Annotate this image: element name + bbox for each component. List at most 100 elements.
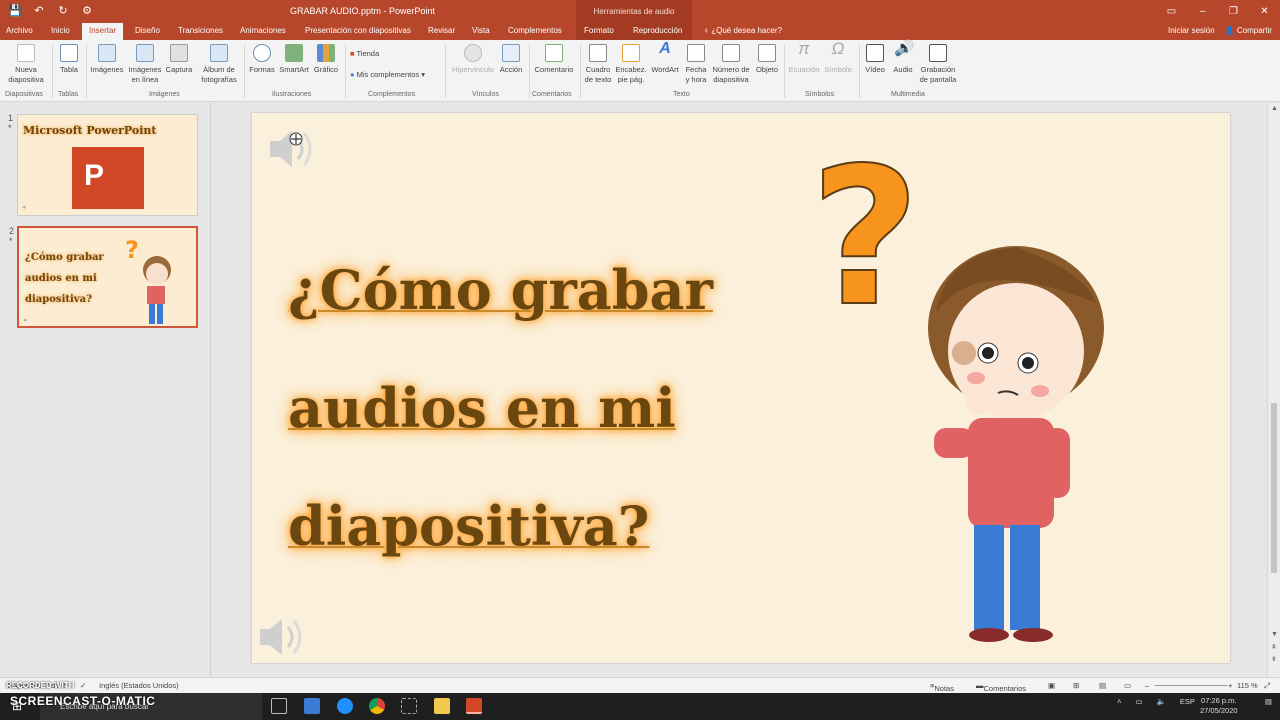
scroll-down-icon[interactable]: ▼ [1271, 631, 1278, 638]
store-button[interactable]: ■ Tienda [350, 49, 379, 58]
tab-diseno[interactable]: Diseño [135, 26, 160, 35]
group-label-imagenes: Imágenes [149, 91, 180, 98]
group-label-simbolos: Símbolos [805, 91, 835, 98]
slide-title[interactable]: ¿Cómo grabar audios en mi diapositiva? [288, 231, 788, 585]
video-button[interactable]: Vídeo [862, 44, 888, 75]
next-slide-icon[interactable]: ⇟ [1271, 655, 1277, 663]
undo-icon[interactable]: ↶ [32, 4, 46, 17]
comment-button[interactable]: Comentario [532, 44, 576, 75]
tab-transiciones[interactable]: Transiciones [178, 26, 223, 35]
chrome-icon[interactable] [369, 698, 385, 714]
wordart-button[interactable]: A WordArt [649, 40, 681, 75]
previous-slide-icon[interactable]: ⇞ [1271, 643, 1277, 651]
separator [784, 44, 785, 98]
tab-formato[interactable]: Formato [584, 26, 614, 35]
edge-icon[interactable] [337, 698, 353, 714]
screenshot-button[interactable]: Captura [163, 44, 195, 75]
new-slide-button[interactable]: Nueva diapositiva [4, 44, 48, 85]
action-label: Acción [499, 65, 523, 74]
tab-inicio[interactable]: Inicio [51, 26, 70, 35]
zoom-in-icon[interactable]: + [1228, 681, 1232, 690]
omega-icon: Ω [831, 39, 845, 58]
screen-recording-button[interactable]: Grabación de pantalla [918, 44, 958, 85]
wordart-icon: A [659, 40, 671, 57]
file-explorer-icon[interactable] [434, 698, 450, 714]
reading-view-icon[interactable]: ▤ [1099, 681, 1106, 690]
action-button[interactable]: Acción [497, 44, 525, 75]
textbox-icon [589, 44, 607, 62]
sign-in-link[interactable]: Iniciar sesión [1168, 26, 1215, 35]
clock-date: 27/05/2020 [1200, 706, 1238, 715]
zoom-out-icon[interactable]: – [1145, 681, 1149, 690]
language-indicator[interactable]: Inglés (Estados Unidos) [99, 681, 179, 690]
thumbnail-pane: 1 * Microsoft PowerPoint P ◂ 2 * ¿Cómo g… [0, 103, 211, 677]
tab-revisar[interactable]: Revisar [428, 26, 455, 35]
online-pictures-button[interactable]: Imágenes en línea [127, 44, 163, 85]
group-label-vinculos: Vínculos [472, 91, 499, 98]
smartart-button[interactable]: SmartArt [277, 44, 311, 75]
normal-view-icon[interactable]: ▣ [1048, 681, 1055, 690]
snipping-tool-icon[interactable] [401, 698, 417, 714]
photo-album-button[interactable]: Álbum de fotografías [197, 44, 241, 85]
tell-me-text: ¿Qué desea hacer? [711, 26, 782, 35]
minimize-icon[interactable]: – [1187, 0, 1218, 23]
audio-speaker-icon[interactable] [256, 615, 308, 659]
chart-button[interactable]: Gráfico [311, 44, 341, 75]
restore-icon[interactable]: ❐ [1218, 0, 1249, 23]
clock[interactable]: 07:26 p.m. 27/05/2020 [1200, 696, 1238, 716]
fit-slide-icon[interactable]: ⤢ [1264, 681, 1270, 691]
zoom-slider[interactable] [1155, 685, 1227, 686]
tab-reproduccion[interactable]: Reproducción [633, 26, 682, 35]
audio-button[interactable]: 🔊 Audio [890, 41, 916, 75]
tab-complementos[interactable]: Complementos [508, 26, 562, 35]
tab-presentacion[interactable]: Presentación con diapositivas [305, 26, 411, 35]
network-icon[interactable]: ▭ [1135, 697, 1142, 706]
pictures-button[interactable]: Imágenes [89, 44, 125, 75]
task-view-icon[interactable] [271, 698, 287, 714]
table-button[interactable]: Tabla [56, 44, 82, 75]
date-time-button[interactable]: Fecha y hora [683, 44, 709, 85]
vertical-scrollbar[interactable]: ▲ ▼ ⇞ ⇟ [1267, 103, 1280, 677]
group-label-complementos: Complementos [368, 91, 416, 98]
tab-animaciones[interactable]: Animaciones [240, 26, 286, 35]
customize-icon[interactable]: ⚙ [80, 4, 94, 17]
ribbon-display-icon[interactable]: ▭ [1156, 0, 1187, 23]
shapes-button[interactable]: Formas [247, 44, 277, 75]
redo-icon[interactable]: ↻ [56, 4, 70, 17]
camera-icon [170, 44, 188, 62]
tab-vista[interactable]: Vista [472, 26, 490, 35]
tell-me-box[interactable]: ♀ ¿Qué desea hacer? [703, 26, 782, 35]
powerpoint-taskbar-icon[interactable] [466, 698, 482, 714]
slide-thumbnail-2[interactable]: 2 * ¿Cómo grabar audios en mi diapositiv… [9, 226, 198, 328]
slideshow-icon[interactable]: ▭ [1124, 681, 1131, 690]
my-addins-button[interactable]: ● Mis complementos ▾ [350, 70, 425, 79]
equation-button[interactable]: π Ecuación [787, 40, 821, 75]
chevron-up-icon[interactable]: ˄ [1117, 697, 1121, 706]
notes-button[interactable]: ≡ Notas [930, 681, 954, 693]
scroll-up-icon[interactable]: ▲ [1271, 105, 1278, 112]
object-button[interactable]: Objeto [754, 44, 780, 75]
tab-insertar[interactable]: Insertar [82, 23, 124, 40]
close-icon[interactable]: ✕ [1249, 0, 1280, 23]
slide-number-button[interactable]: Número de diapositiva [710, 44, 752, 85]
volume-icon[interactable]: 🔈 [1157, 697, 1166, 706]
zoom-level[interactable]: 115 % [1237, 681, 1258, 690]
spellcheck-icon[interactable]: ✓ [80, 681, 86, 690]
comments-button[interactable]: ▬ Comentarios [976, 681, 1026, 693]
slide-thumbnail-1[interactable]: 1 * Microsoft PowerPoint P ◂ [8, 113, 198, 216]
language-indicator-tray[interactable]: ESP [1180, 697, 1195, 706]
tab-archivo[interactable]: Archivo [6, 26, 33, 35]
symbol-button[interactable]: Ω Símbolo [821, 39, 855, 75]
slide-sorter-icon[interactable]: ⊞ [1073, 681, 1079, 690]
text-box-button[interactable]: Cuadro de texto [583, 44, 613, 85]
save-icon[interactable]: 💾 [8, 4, 22, 17]
scroll-thumb[interactable] [1271, 403, 1277, 573]
shapes-icon [253, 44, 271, 62]
slide-canvas[interactable]: ¿Cómo grabar audios en mi diapositiva? ? [252, 113, 1230, 663]
hyperlink-button[interactable]: Hipervínculo [449, 44, 497, 75]
notifications-icon[interactable]: ▤ [1265, 697, 1272, 706]
audio-speaker-icon[interactable] [266, 127, 318, 171]
header-footer-button[interactable]: Encabez. pie pág. [615, 44, 647, 85]
store-app-icon[interactable] [304, 698, 320, 714]
share-button[interactable]: 👤 Compartir [1225, 26, 1272, 35]
